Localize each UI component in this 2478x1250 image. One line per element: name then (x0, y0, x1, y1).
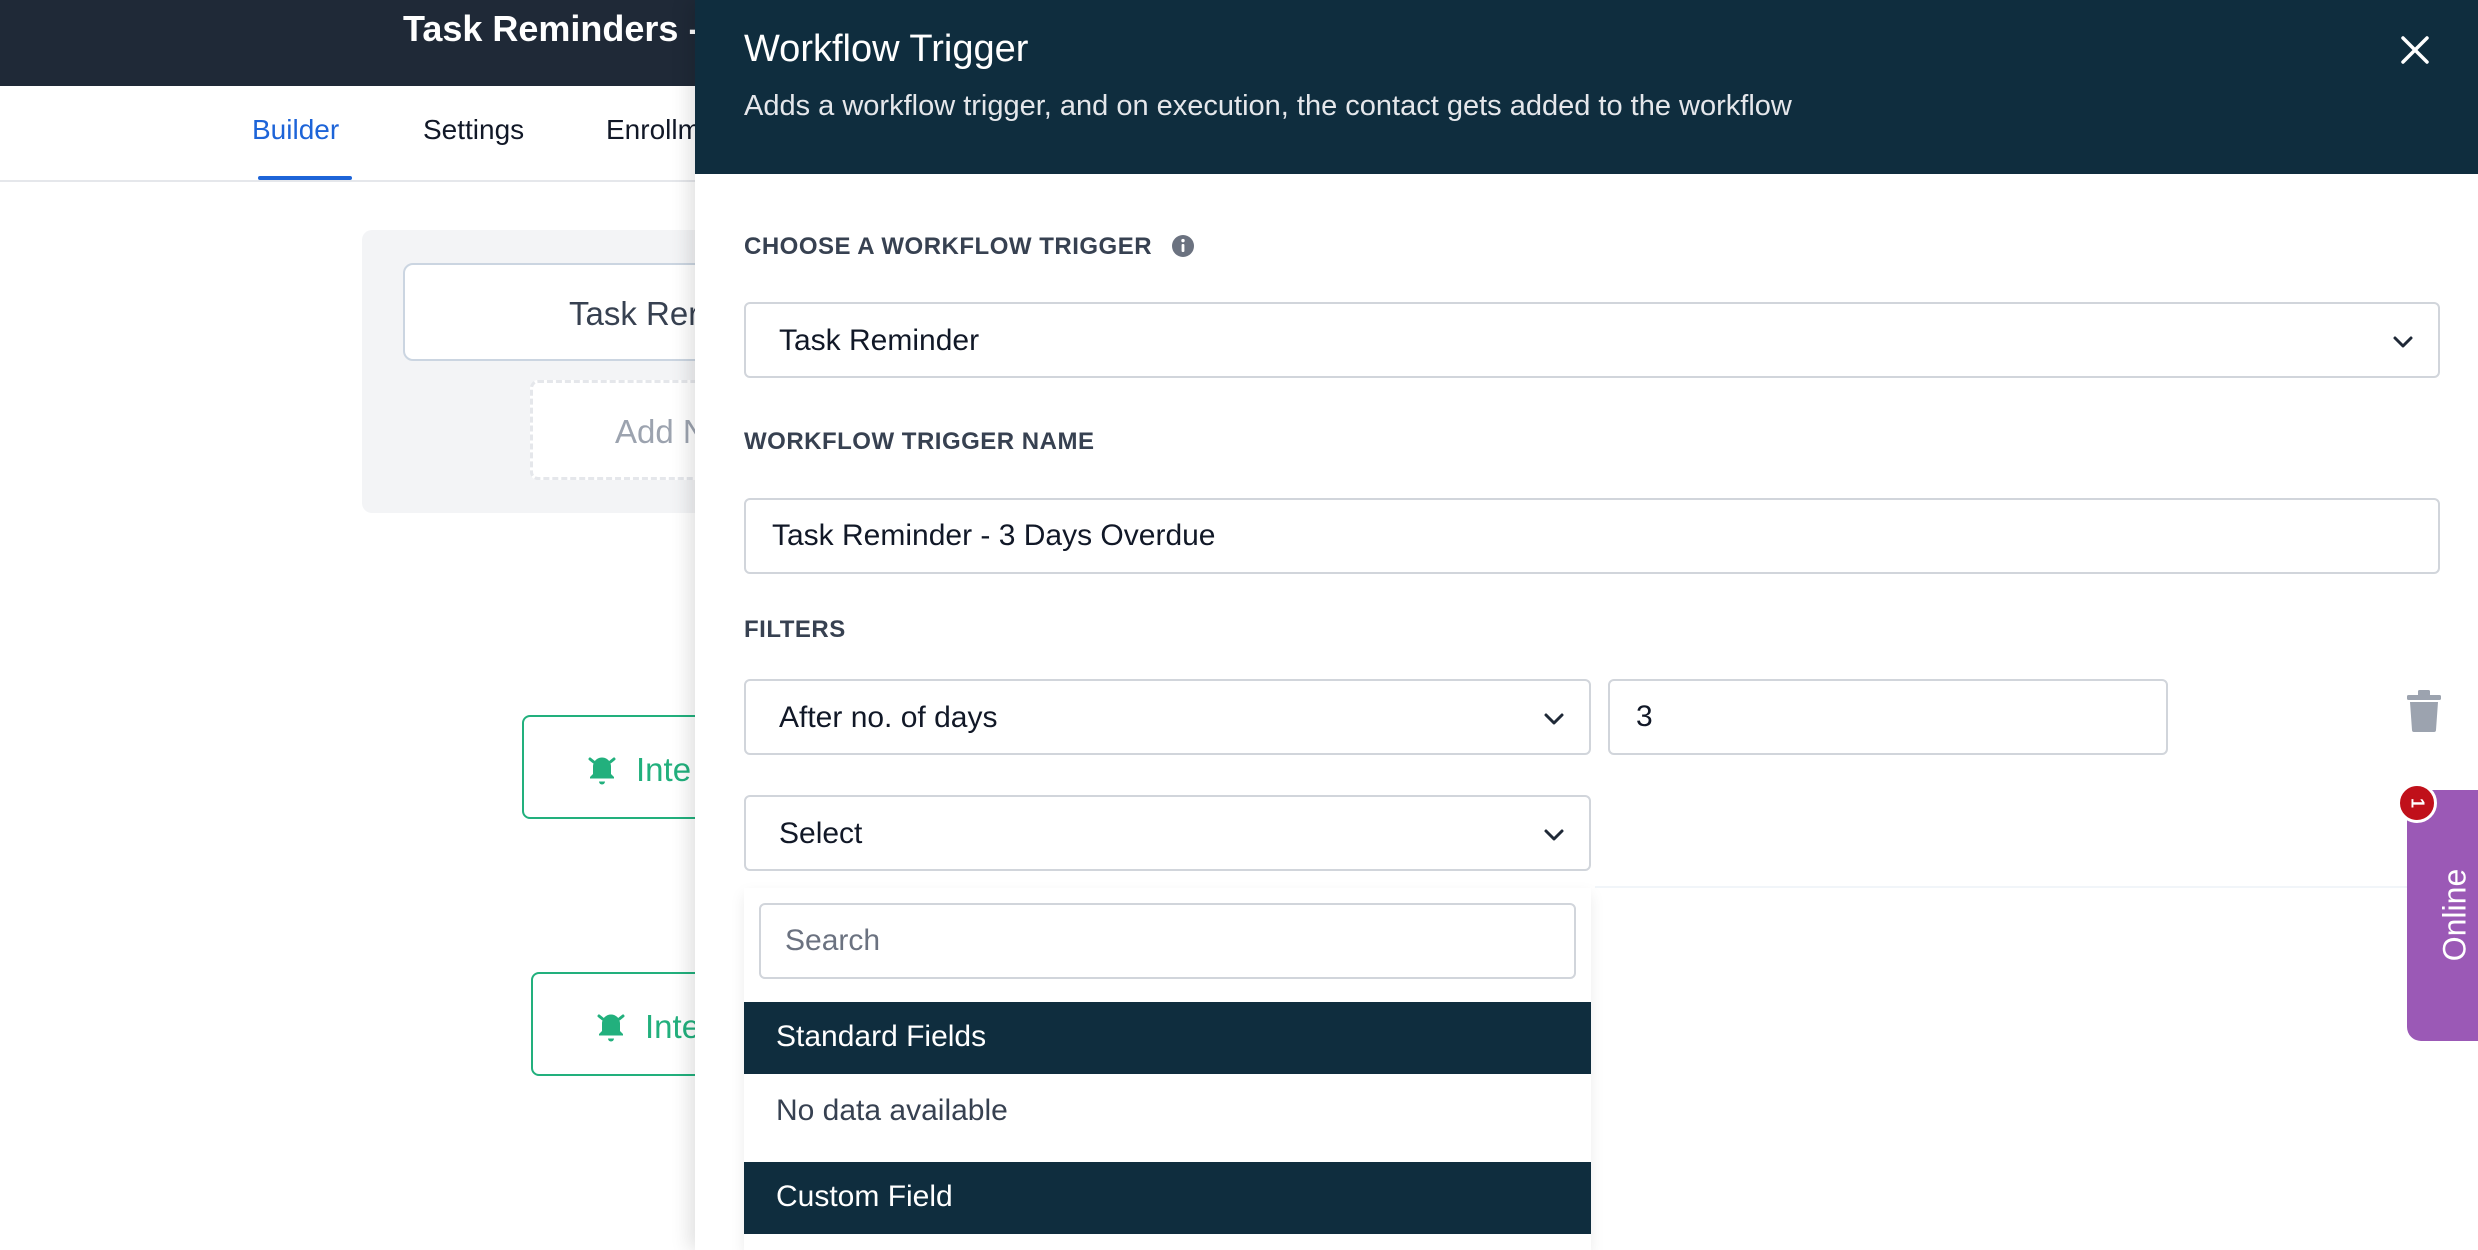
dropdown-search-input[interactable] (759, 903, 1576, 979)
chevron-down-icon (1544, 829, 1564, 841)
filter-condition-select[interactable]: Select (744, 795, 1591, 871)
active-tab-indicator (258, 176, 352, 180)
action-node-label: Inte (645, 1008, 701, 1045)
notification-badge: 1 (2397, 783, 2437, 823)
group-label: Standard Fields (776, 1020, 987, 1053)
filter-days-input[interactable] (1608, 679, 2168, 755)
trigger-type-label: CHOOSE A WORKFLOW TRIGGER (744, 233, 1153, 260)
notification-count: 1 (2407, 797, 2428, 809)
bell-icon (588, 757, 616, 785)
chevron-down-icon (1544, 713, 1564, 725)
dropdown-group-standard-fields: Standard Fields (744, 1002, 1591, 1074)
no-data-text: No data available (776, 1094, 1008, 1127)
info-icon[interactable] (1171, 234, 1195, 258)
filter-field-select[interactable]: After no. of days (744, 679, 1591, 755)
tab-enrollment[interactable]: Enrollm (606, 114, 701, 146)
workflow-title: Task Reminders - (403, 8, 701, 49)
online-label: Online (2436, 868, 2473, 962)
filters-label: FILTERS (744, 616, 846, 643)
online-chat-widget[interactable]: Online (2407, 790, 2478, 1041)
group-label: Custom Field (776, 1180, 953, 1213)
drawer-header: Workflow Trigger Adds a workflow trigger… (695, 0, 2478, 174)
add-new-label: Add N (615, 413, 707, 450)
dropdown-group-custom-field: Custom Field (744, 1162, 1591, 1234)
tab-settings[interactable]: Settings (423, 114, 524, 146)
filter-condition-value: Select (779, 817, 863, 850)
close-icon[interactable] (2395, 30, 2435, 70)
bell-icon (597, 1014, 625, 1042)
action-node-label: Inte (636, 751, 692, 788)
filter-dropdown-menu: Standard Fields No data available Custom… (744, 888, 1591, 1250)
chevron-down-icon (2393, 336, 2413, 348)
filter-field-value: After no. of days (779, 701, 998, 734)
trigger-name-input[interactable] (744, 498, 2440, 574)
drawer-subtitle: Adds a workflow trigger, and on executio… (744, 90, 1792, 122)
drawer-title: Workflow Trigger (744, 28, 1029, 70)
workflow-trigger-drawer: Workflow Trigger Adds a workflow trigger… (695, 0, 2478, 1250)
trigger-name-label: WORKFLOW TRIGGER NAME (744, 428, 1095, 455)
trigger-type-select[interactable]: Task Reminder (744, 302, 2440, 378)
trigger-card-label: Task Rer (569, 295, 700, 332)
trash-icon[interactable] (2405, 690, 2443, 732)
divider (1595, 886, 2478, 888)
trigger-type-value: Task Reminder (779, 324, 980, 357)
tab-builder[interactable]: Builder (252, 114, 339, 146)
